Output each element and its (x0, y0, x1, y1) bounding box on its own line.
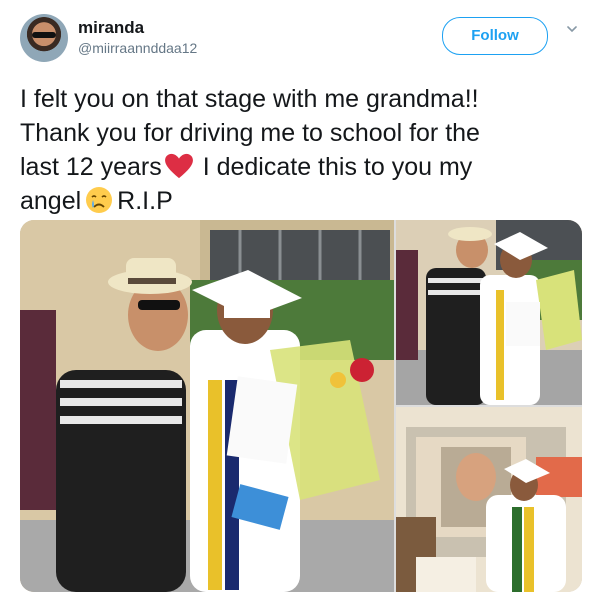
heart-icon (164, 153, 193, 179)
photo-main-illustration (20, 220, 394, 592)
media-grid (20, 220, 582, 592)
tweet-line-3: last 12 years I dedicate this to you my (20, 150, 576, 184)
tweet-line-3a: last 12 years (20, 153, 162, 181)
photo-graduation-bottom-right[interactable] (396, 407, 582, 592)
photo-top-illustration (396, 220, 582, 405)
photo-bottom-illustration (396, 407, 582, 592)
chevron-down-icon[interactable] (567, 24, 577, 34)
tweet-line-4b: R.I.P (117, 187, 173, 215)
tweet-line-4a: angel (20, 187, 82, 215)
tweet-line-2: Thank you for driving me to school for t… (20, 119, 480, 147)
user-handle[interactable]: @miirraannddaa12 (78, 40, 197, 56)
tweet-line-4: angel R.I.P (20, 184, 576, 218)
photo-graduation-top-right[interactable] (396, 220, 582, 405)
follow-button[interactable]: Follow (442, 17, 548, 55)
avatar[interactable] (20, 14, 68, 62)
photo-graduation-main[interactable] (20, 220, 394, 592)
display-name[interactable]: miranda (78, 18, 144, 38)
tweet-header: miranda @miirraannddaa12 Follow (20, 14, 580, 66)
tweet-text: I felt you on that stage with me grandma… (20, 82, 576, 218)
crying-face-icon (86, 187, 113, 213)
tweet-line-1: I felt you on that stage with me grandma… (20, 85, 479, 113)
tweet-line-3b: I dedicate this to you my (195, 153, 473, 181)
